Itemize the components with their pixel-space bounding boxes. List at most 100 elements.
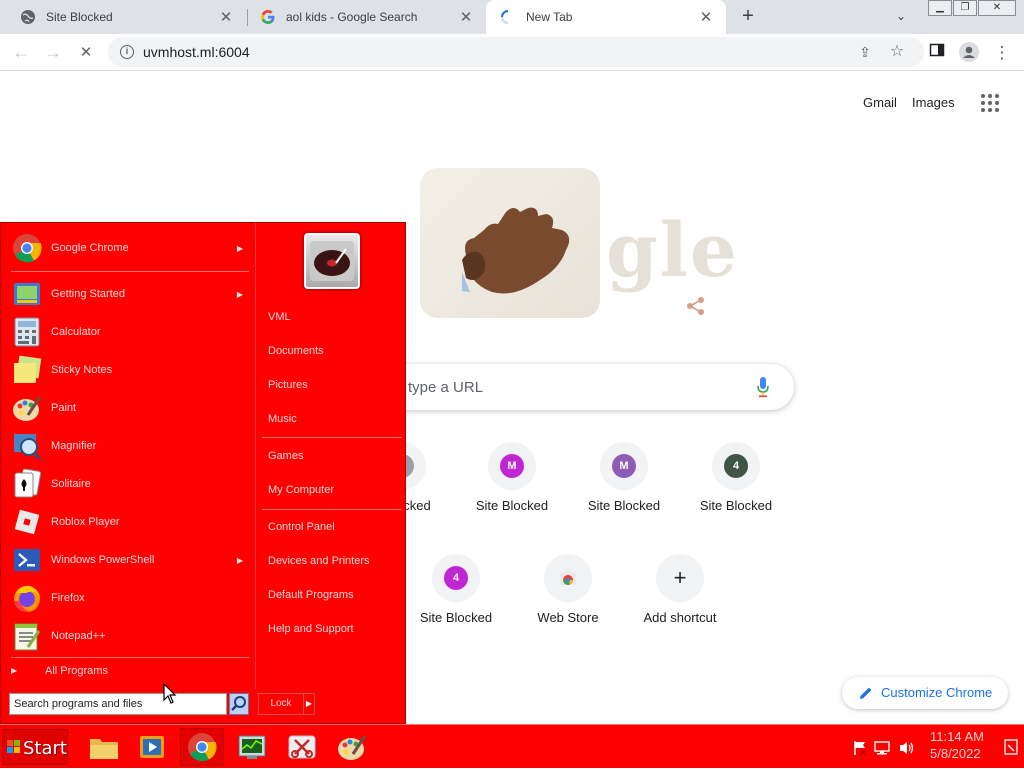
program-label: Notepad++ bbox=[51, 630, 106, 642]
snipping-tool-icon bbox=[288, 735, 316, 759]
paint-icon bbox=[11, 392, 43, 424]
close-icon[interactable]: ✕ bbox=[456, 8, 476, 26]
program-firefox[interactable]: Firefox bbox=[7, 579, 249, 617]
folder-icon bbox=[90, 739, 118, 759]
back-arrow-icon[interactable]: ← bbox=[10, 42, 32, 64]
action-center-flag-icon[interactable] bbox=[852, 740, 868, 756]
start-menu-footer: Search programs and files Lock ▶ bbox=[1, 689, 405, 723]
taskbar-task-manager[interactable] bbox=[230, 728, 274, 766]
program-sticky-notes[interactable]: Sticky Notes bbox=[7, 351, 249, 389]
user-account-picture[interactable] bbox=[304, 233, 360, 289]
share-page-icon[interactable]: ⇪ bbox=[854, 41, 876, 63]
roblox-icon bbox=[11, 506, 43, 538]
chrome-icon bbox=[188, 733, 217, 762]
program-label: Calculator bbox=[51, 326, 101, 338]
close-window-button[interactable]: ✕ bbox=[978, 0, 1016, 16]
lock-button[interactable]: Lock bbox=[258, 693, 304, 715]
place-devices-and-printers[interactable]: Devices and Printers bbox=[268, 555, 370, 567]
customize-chrome-button[interactable]: Customize Chrome bbox=[842, 677, 1008, 709]
lock-options-arrow-icon[interactable]: ▶ bbox=[303, 693, 315, 715]
shortcut-site-blocked[interactable]: M Site Blocked bbox=[456, 442, 568, 542]
program-paint[interactable]: Paint bbox=[7, 389, 249, 427]
program-windows-powershell[interactable]: Windows PowerShell ▶ bbox=[7, 541, 249, 579]
program-getting-started[interactable]: Getting Started ▶ bbox=[7, 275, 249, 313]
taskbar-paint[interactable] bbox=[330, 728, 374, 766]
close-icon[interactable]: ✕ bbox=[216, 8, 236, 26]
more-menu-icon[interactable]: ⋮ bbox=[991, 42, 1013, 64]
tab-new-tab[interactable]: New Tab ✕ bbox=[486, 0, 726, 34]
shortcut-web-store[interactable]: Web Store bbox=[512, 554, 624, 654]
place-documents[interactable]: Documents bbox=[268, 345, 324, 357]
shortcut-icon: M bbox=[488, 442, 536, 490]
all-programs-label: All Programs bbox=[45, 665, 108, 677]
tab-title: aol kids - Google Search bbox=[286, 10, 418, 24]
ntp-search-box[interactable]: type a URL bbox=[360, 364, 794, 410]
network-icon[interactable] bbox=[874, 740, 890, 756]
volume-icon[interactable] bbox=[898, 740, 916, 756]
site-info-icon[interactable]: i bbox=[120, 45, 134, 59]
search-programs-input[interactable]: Search programs and files bbox=[9, 693, 227, 715]
program-roblox-player[interactable]: Roblox Player bbox=[7, 503, 249, 541]
google-apps-icon[interactable] bbox=[981, 94, 999, 112]
taskbar-snipping-tool[interactable] bbox=[280, 728, 324, 766]
place-vml[interactable]: VML bbox=[268, 311, 291, 323]
show-desktop-icon[interactable] bbox=[1004, 739, 1018, 757]
doodle-share-icon[interactable] bbox=[686, 296, 706, 316]
profile-avatar-icon[interactable] bbox=[958, 42, 980, 64]
taskbar-file-explorer[interactable] bbox=[82, 728, 126, 766]
start-menu-places: VML Documents Pictures Music Games My Co… bbox=[255, 223, 405, 689]
gmail-link[interactable]: Gmail bbox=[863, 95, 897, 110]
place-pictures[interactable]: Pictures bbox=[268, 379, 308, 391]
program-magnifier[interactable]: Magnifier bbox=[7, 427, 249, 465]
clock-date[interactable]: 5/8/2022 bbox=[930, 746, 981, 761]
program-calculator[interactable]: Calculator bbox=[7, 313, 249, 351]
taskbar-media-player[interactable] bbox=[130, 728, 174, 766]
place-games[interactable]: Games bbox=[268, 450, 303, 462]
place-my-computer[interactable]: My Computer bbox=[268, 484, 334, 496]
place-control-panel[interactable]: Control Panel bbox=[268, 521, 335, 533]
program-label: Windows PowerShell bbox=[51, 554, 155, 566]
tab-search-chevron-icon[interactable]: ⌄ bbox=[896, 9, 906, 23]
taskbar: Start bbox=[0, 724, 1024, 768]
forward-arrow-icon[interactable]: → bbox=[42, 42, 64, 64]
start-button[interactable]: Start bbox=[2, 729, 68, 765]
paint-icon bbox=[338, 735, 367, 760]
getting-started-icon bbox=[11, 278, 43, 310]
shortcut-icon: 4 bbox=[432, 554, 480, 602]
magnifier-icon bbox=[11, 430, 43, 462]
minimize-button[interactable]: ▁ bbox=[928, 0, 952, 16]
menu-divider bbox=[11, 657, 249, 658]
glove-doodle-illustration bbox=[462, 207, 570, 294]
side-panel-icon[interactable] bbox=[926, 42, 948, 64]
stop-loading-icon[interactable]: ✕ bbox=[75, 42, 97, 64]
microphone-icon[interactable] bbox=[756, 376, 770, 398]
shortcut-icon: 4 bbox=[712, 442, 760, 490]
address-bar[interactable]: i uvmhost.ml:6004 ⇪ ☆ bbox=[108, 37, 924, 67]
tab-aol-kids[interactable]: aol kids - Google Search ✕ bbox=[240, 0, 486, 34]
google-logo-text: gle bbox=[606, 208, 739, 294]
taskbar-chrome[interactable] bbox=[180, 728, 224, 766]
close-icon[interactable]: ✕ bbox=[696, 8, 716, 26]
search-icon[interactable] bbox=[229, 693, 249, 715]
images-link[interactable]: Images bbox=[912, 95, 955, 110]
place-default-programs[interactable]: Default Programs bbox=[268, 589, 354, 601]
tab-title: New Tab bbox=[526, 10, 573, 24]
program-label: Roblox Player bbox=[51, 516, 120, 528]
restore-button[interactable]: ❐ bbox=[953, 0, 977, 16]
program-solitaire[interactable]: Solitaire bbox=[7, 465, 249, 503]
place-music[interactable]: Music bbox=[268, 413, 297, 425]
shortcut-site-blocked[interactable]: M Site Blocked bbox=[568, 442, 680, 542]
bookmark-star-icon[interactable]: ☆ bbox=[886, 41, 908, 63]
shortcut-site-blocked[interactable]: 4 Site Blocked bbox=[400, 554, 512, 654]
add-shortcut-button[interactable]: + Add shortcut bbox=[624, 554, 736, 654]
shortcut-badge: M bbox=[500, 454, 524, 478]
new-tab-button[interactable]: + bbox=[737, 6, 759, 28]
tab-site-blocked[interactable]: Site Blocked ✕ bbox=[0, 0, 246, 34]
place-help-and-support[interactable]: Help and Support bbox=[268, 623, 354, 635]
shortcut-site-blocked[interactable]: 4 Site Blocked bbox=[680, 442, 792, 542]
loading-icon bbox=[500, 9, 516, 25]
all-programs-button[interactable]: ▶ All Programs bbox=[11, 663, 249, 683]
program-google-chrome[interactable]: Google Chrome ▶ bbox=[7, 229, 249, 267]
program-notepadpp[interactable]: Notepad++ bbox=[7, 617, 249, 655]
clock-time[interactable]: 11:14 AM bbox=[930, 729, 984, 744]
